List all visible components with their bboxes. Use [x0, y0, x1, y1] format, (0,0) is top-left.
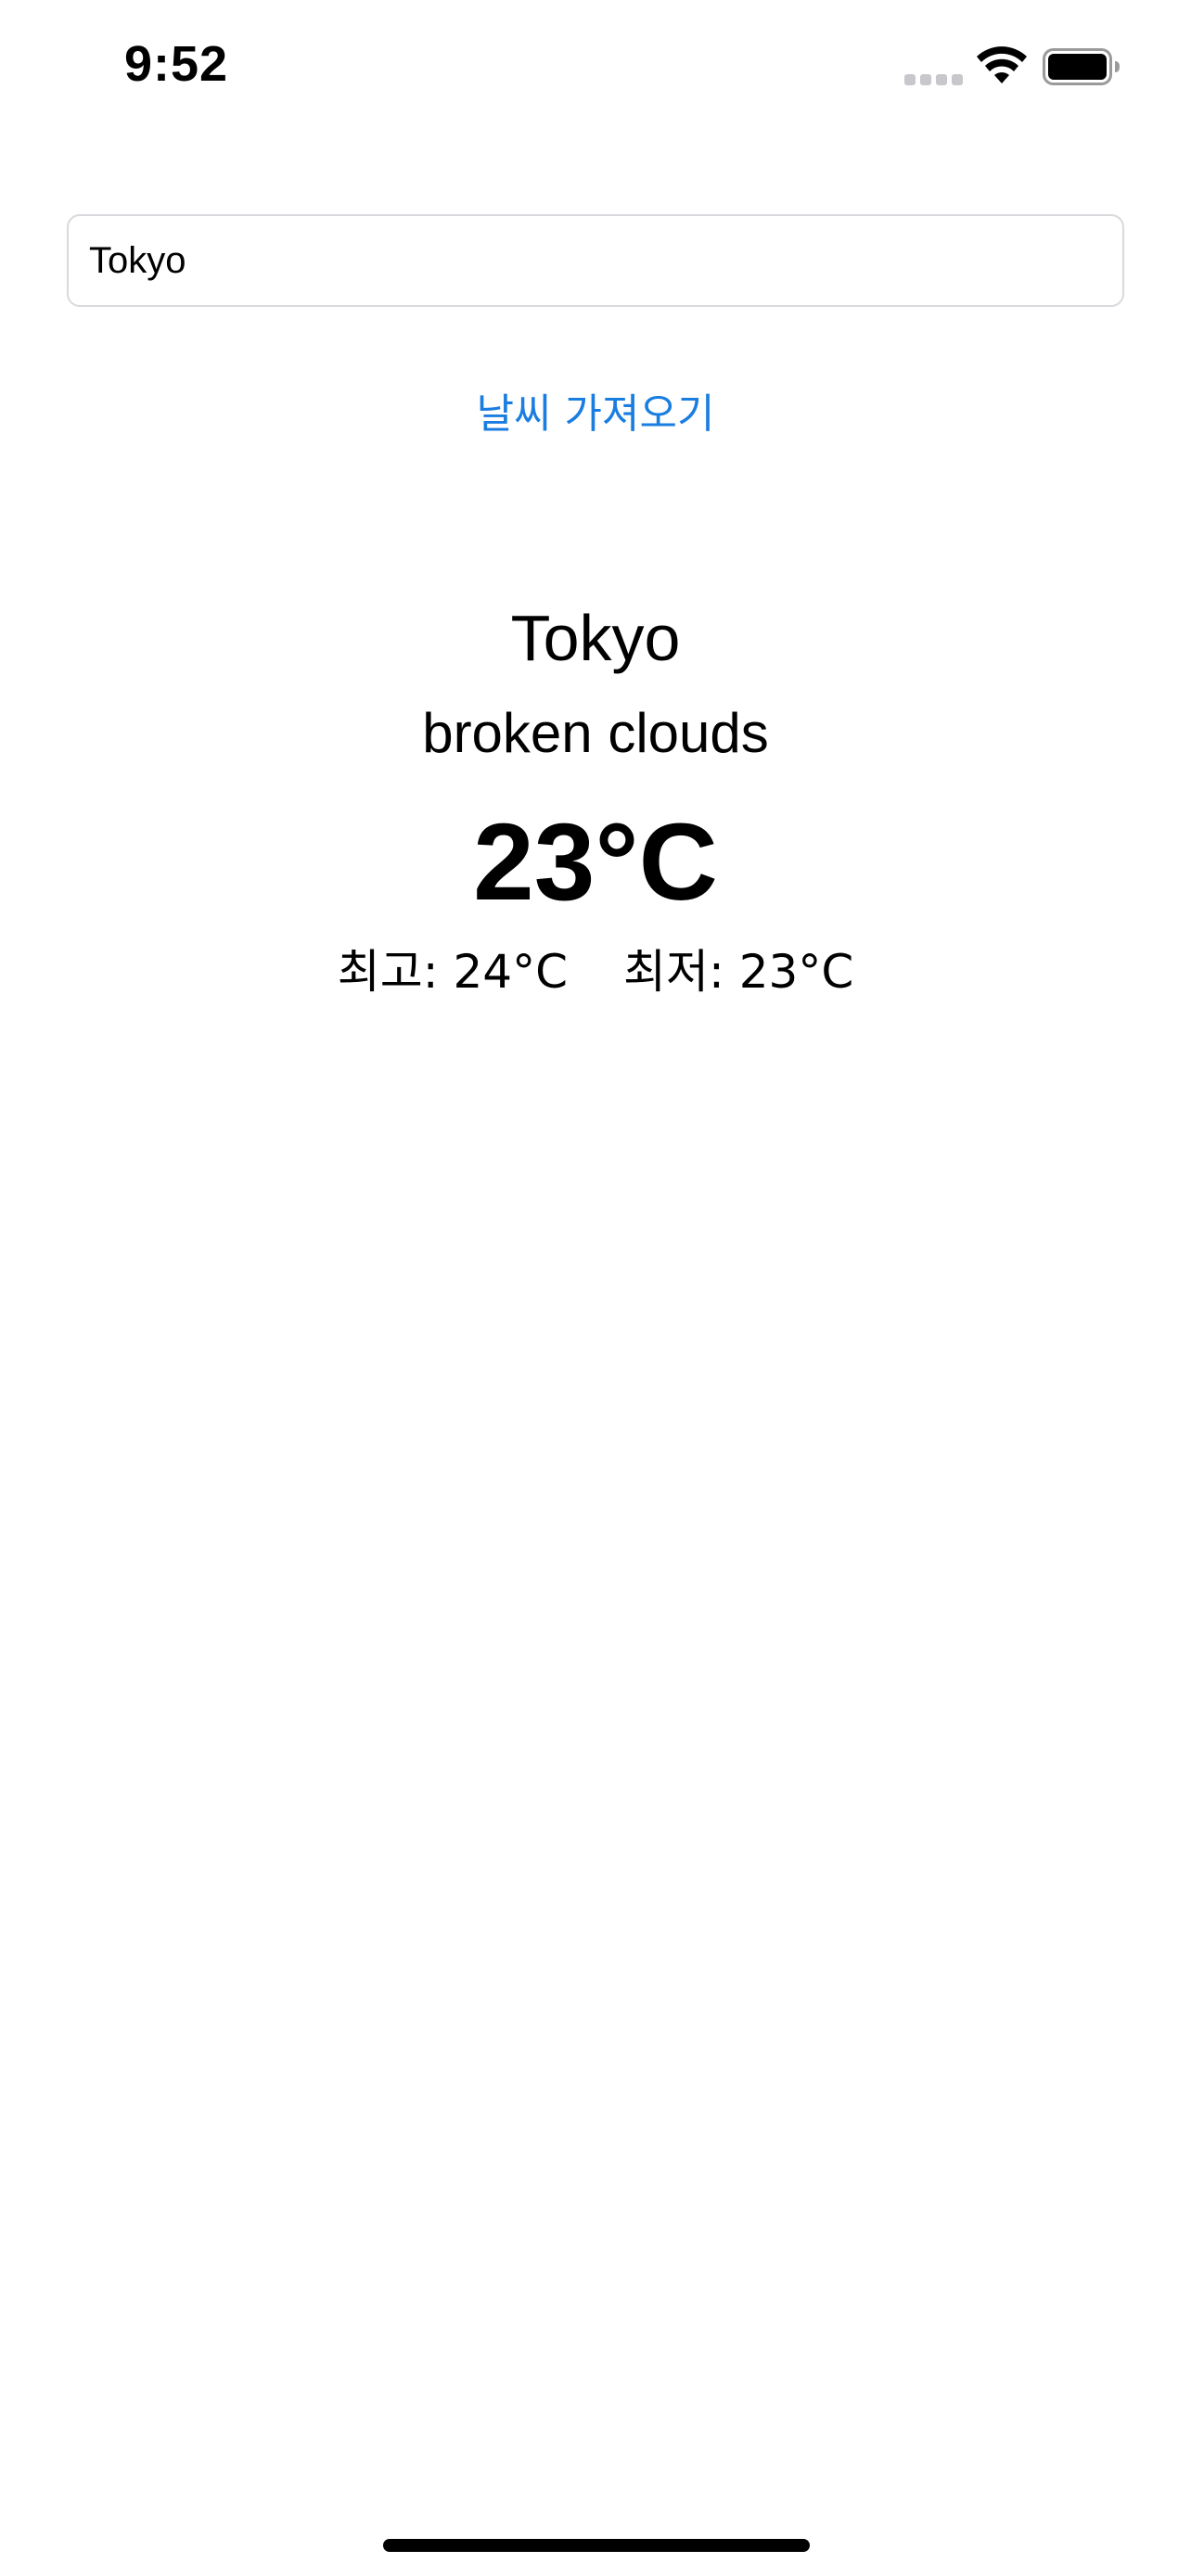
low-temperature: 최저: 23°C	[623, 945, 854, 999]
status-bar: 9:52	[0, 0, 1191, 139]
city-name: Tokyo	[510, 602, 681, 674]
wifi-icon	[977, 46, 1027, 83]
weather-condition: broken clouds	[422, 702, 769, 764]
city-search-input[interactable]	[67, 214, 1124, 307]
current-temperature: 23°C	[473, 801, 718, 924]
cellular-signal-icon	[904, 74, 963, 85]
status-time: 9:52	[124, 36, 229, 92]
high-temperature: 최고: 24°C	[337, 945, 568, 999]
battery-full-icon	[1043, 48, 1120, 85]
high-low-temperatures: 최고: 24°C 최저: 23°C	[0, 935, 1191, 1001]
home-indicator[interactable]	[383, 2539, 810, 2552]
fetch-weather-button[interactable]: 날씨 가져오기	[0, 380, 1191, 440]
